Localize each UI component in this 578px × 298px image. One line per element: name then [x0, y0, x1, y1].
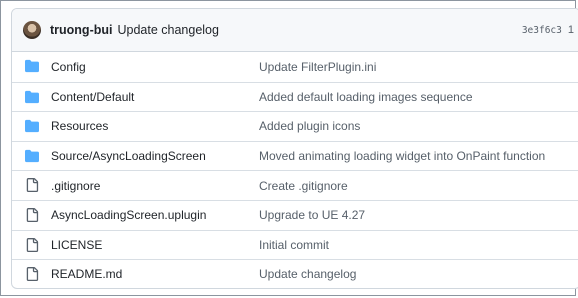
file-commit-message-link[interactable]: Upgrade to UE 4.27	[259, 208, 365, 222]
commit-message[interactable]: Update changelog	[117, 23, 218, 37]
folder-icon	[25, 90, 39, 103]
file-icon	[26, 267, 39, 282]
file-commit-message-link[interactable]: Create .gitignore	[259, 179, 348, 193]
file-row[interactable]: .gitignore Create .gitignore	[12, 170, 578, 200]
commit-hash[interactable]: 3e3f6c3	[522, 25, 562, 36]
commit-author[interactable]: truong-bui	[50, 23, 112, 37]
latest-commit-header: truong-bui Update changelog 3e3f6c3 1	[12, 9, 578, 52]
file-name-link[interactable]: Source/AsyncLoadingScreen	[51, 149, 206, 163]
file-name-link[interactable]: .gitignore	[51, 179, 100, 193]
file-name-link[interactable]: README.md	[51, 267, 122, 281]
file-commit-message-link[interactable]: Update FilterPlugin.ini	[259, 60, 376, 74]
file-name-link[interactable]: Content/Default	[51, 90, 134, 104]
file-commit-message-link[interactable]: Update changelog	[259, 267, 356, 281]
folder-icon	[25, 59, 39, 73]
file-commit-message-link[interactable]: Initial commit	[259, 238, 329, 252]
avatar[interactable]	[23, 21, 41, 39]
file-icon	[26, 178, 39, 193]
file-row[interactable]: AsyncLoadingScreen.uplugin Upgrade to UE …	[12, 199, 578, 230]
file-row[interactable]: Config Update FilterPlugin.ini	[12, 52, 578, 82]
commit-hash-suffix: 1	[567, 24, 574, 36]
folder-icon	[25, 149, 39, 162]
file-row[interactable]: LICENSE Initial commit	[12, 229, 578, 260]
file-row[interactable]: README.md Update changelog	[12, 259, 578, 288]
file-name-link[interactable]: AsyncLoadingScreen.uplugin	[51, 208, 206, 222]
file-commit-message-link[interactable]: Added default loading images sequence	[259, 90, 473, 104]
file-icon	[26, 237, 39, 252]
file-name-link[interactable]: Config	[51, 60, 86, 74]
file-commit-message-link[interactable]: Added plugin icons	[259, 119, 360, 133]
file-rows: Config Update FilterPlugin.ini Content/De…	[12, 52, 578, 288]
file-name-link[interactable]: LICENSE	[51, 238, 102, 252]
file-icon	[26, 207, 39, 222]
commit-hash-area: 3e3f6c3 1	[522, 24, 574, 36]
file-commit-message-link[interactable]: Moved animating loading widget into OnPa…	[259, 149, 545, 163]
file-row[interactable]: Content/Default Added default loading ima…	[12, 81, 578, 112]
file-row[interactable]: Source/AsyncLoadingScreen Moved animating…	[12, 140, 578, 171]
file-name-link[interactable]: Resources	[51, 119, 108, 133]
file-row[interactable]: Resources Added plugin icons	[12, 111, 578, 141]
folder-icon	[25, 120, 39, 133]
file-list: truong-bui Update changelog 3e3f6c3 1 Con…	[11, 8, 578, 289]
